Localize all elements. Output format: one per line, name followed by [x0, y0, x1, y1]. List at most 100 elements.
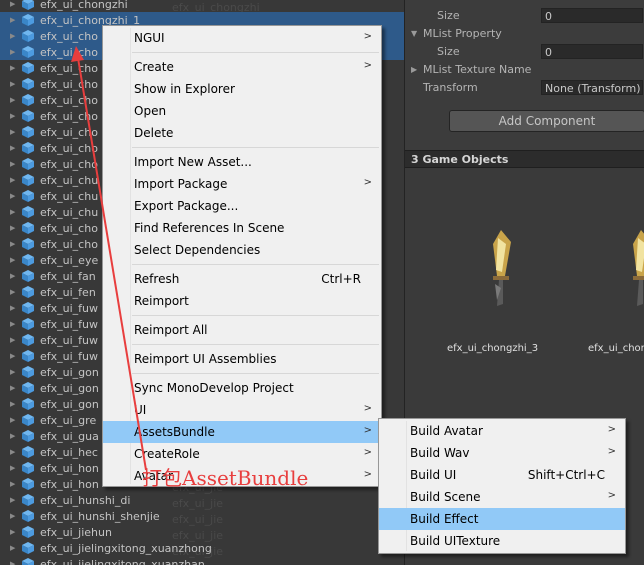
asset-row[interactable]: ▶ efx_ui_hunshi_di	[0, 492, 404, 508]
add-component-button[interactable]: Add Component	[449, 110, 644, 132]
foldout-expanded-icon[interactable]: ▼	[411, 29, 417, 38]
foldout-collapsed-icon[interactable]: ▶	[10, 0, 18, 8]
foldout-collapsed-icon[interactable]: ▶	[10, 144, 18, 152]
asset-row[interactable]: ▶ efx_ui_hunshi_shenjie	[0, 508, 404, 524]
foldout-collapsed-icon[interactable]: ▶	[10, 256, 18, 264]
menu-item-label: Import New Asset...	[134, 155, 252, 169]
foldout-collapsed-icon[interactable]: ▶	[10, 128, 18, 136]
foldout-collapsed-icon[interactable]: ▶	[10, 528, 18, 536]
foldout-collapsed-icon[interactable]: ▶	[10, 464, 18, 472]
asset-row[interactable]: ▶ efx_ui_jielingxitong_xuanzhan	[0, 556, 404, 565]
asset-name: efx_ui_hon	[40, 477, 99, 491]
menu-item-label: Build UI	[410, 468, 457, 482]
prefab-cube-icon	[22, 510, 34, 522]
menu-item-show-in-explorer[interactable]: Show in Explorer	[103, 78, 381, 100]
menu-item-label: Select Dependencies	[134, 243, 261, 257]
asset-name: efx_ui_fan	[40, 269, 96, 283]
transform-field[interactable]: None (Transform)	[541, 80, 643, 95]
menu-separator	[132, 52, 379, 53]
asset-row[interactable]: ▶ efx_ui_jielingxitong_xuanzhong	[0, 540, 404, 556]
menu-item-import-package[interactable]: Import Package >	[103, 173, 381, 195]
menu-item-find-references-in-scene[interactable]: Find References In Scene	[103, 217, 381, 239]
foldout-collapsed-icon[interactable]: ▶	[10, 432, 18, 440]
foldout-collapsed-icon[interactable]: ▶	[10, 112, 18, 120]
foldout-collapsed-icon[interactable]: ▶	[411, 65, 417, 74]
asset-name: efx_ui_chu	[40, 205, 99, 219]
foldout-collapsed-icon[interactable]: ▶	[10, 48, 18, 56]
prefab-cube-icon	[22, 46, 34, 58]
prefab-cube-icon	[22, 30, 34, 42]
menu-item-select-dependencies[interactable]: Select Dependencies	[103, 239, 381, 261]
foldout-collapsed-icon[interactable]: ▶	[10, 80, 18, 88]
foldout-collapsed-icon[interactable]: ▶	[10, 192, 18, 200]
menu-item-assetsbundle[interactable]: AssetsBundle >	[103, 421, 381, 443]
prefab-cube-icon	[22, 446, 34, 458]
menu-item-sync-monodevelop-project[interactable]: Sync MonoDevelop Project	[103, 377, 381, 399]
game-objects-header: 3 Game Objects	[405, 150, 644, 168]
asset-name: efx_ui_gon	[40, 381, 99, 395]
foldout-collapsed-icon[interactable]: ▶	[10, 560, 18, 565]
menu-item-refresh[interactable]: Refresh Ctrl+R	[103, 268, 381, 290]
menu-item-label: CreateRole	[134, 447, 200, 461]
menu-item-reimport-all[interactable]: Reimport All	[103, 319, 381, 341]
foldout-collapsed-icon[interactable]: ▶	[10, 240, 18, 248]
foldout-collapsed-icon[interactable]: ▶	[10, 320, 18, 328]
foldout-collapsed-icon[interactable]: ▶	[10, 416, 18, 424]
menu-item-label: Create	[134, 60, 174, 74]
menu-item-build-ui[interactable]: Build UI Shift+Ctrl+C	[379, 464, 625, 486]
foldout-collapsed-icon[interactable]: ▶	[10, 272, 18, 280]
menu-item-ui[interactable]: UI >	[103, 399, 381, 421]
menu-item-delete[interactable]: Delete	[103, 122, 381, 144]
asset-row[interactable]: ▶ efx_ui_jiehun	[0, 524, 404, 540]
foldout-collapsed-icon[interactable]: ▶	[10, 512, 18, 520]
asset-row[interactable]: ▶ efx_ui_chongzhi	[0, 0, 404, 12]
foldout-collapsed-icon[interactable]: ▶	[10, 368, 18, 376]
size-field[interactable]: 0	[541, 8, 643, 23]
menu-item-build-uitexture[interactable]: Build UITexture	[379, 530, 625, 552]
foldout-collapsed-icon[interactable]: ▶	[10, 64, 18, 72]
foldout-collapsed-icon[interactable]: ▶	[10, 336, 18, 344]
size-field[interactable]: 0	[541, 44, 643, 59]
effect-thumbnail[interactable]	[471, 224, 531, 314]
foldout-collapsed-icon[interactable]: ▶	[10, 32, 18, 40]
foldout-collapsed-icon[interactable]: ▶	[10, 176, 18, 184]
foldout-collapsed-icon[interactable]: ▶	[10, 544, 18, 552]
size-label: Size	[437, 45, 460, 58]
prefab-cube-icon	[22, 478, 34, 490]
menu-item-create[interactable]: Create >	[103, 56, 381, 78]
prefab-cube-icon	[22, 222, 34, 234]
foldout-collapsed-icon[interactable]: ▶	[10, 400, 18, 408]
menu-item-open[interactable]: Open	[103, 100, 381, 122]
foldout-collapsed-icon[interactable]: ▶	[10, 288, 18, 296]
menu-item-import-new-asset[interactable]: Import New Asset...	[103, 151, 381, 173]
mlist-property-foldout[interactable]: ▼ MList Property	[405, 25, 644, 42]
sword-icon	[493, 230, 511, 306]
menu-item-ngui[interactable]: NGUI >	[103, 27, 381, 49]
thumbnail-label: efx_ui_chongzhi_3	[447, 343, 539, 354]
menu-item-build-avatar[interactable]: Build Avatar >	[379, 420, 625, 442]
menu-item-export-package[interactable]: Export Package...	[103, 195, 381, 217]
menu-item-build-scene[interactable]: Build Scene >	[379, 486, 625, 508]
menu-item-build-effect[interactable]: Build Effect	[379, 508, 625, 530]
menu-item-reimport[interactable]: Reimport	[103, 290, 381, 312]
foldout-collapsed-icon[interactable]: ▶	[10, 208, 18, 216]
prefab-cube-icon	[22, 398, 34, 410]
menu-item-build-wav[interactable]: Build Wav >	[379, 442, 625, 464]
foldout-collapsed-icon[interactable]: ▶	[10, 496, 18, 504]
foldout-collapsed-icon[interactable]: ▶	[10, 304, 18, 312]
prefab-cube-icon	[22, 0, 34, 10]
foldout-collapsed-icon[interactable]: ▶	[10, 448, 18, 456]
asset-name: efx_ui_cho	[40, 109, 98, 123]
menu-item-label: UI	[134, 403, 147, 417]
mlist-texture-foldout[interactable]: ▶ MList Texture Name	[405, 61, 644, 78]
foldout-collapsed-icon[interactable]: ▶	[10, 224, 18, 232]
effect-thumbnail[interactable]	[611, 224, 644, 314]
foldout-collapsed-icon[interactable]: ▶	[10, 384, 18, 392]
foldout-collapsed-icon[interactable]: ▶	[10, 16, 18, 24]
menu-item-label: Reimport UI Assemblies	[134, 352, 277, 366]
menu-item-reimport-ui-assemblies[interactable]: Reimport UI Assemblies	[103, 348, 381, 370]
foldout-collapsed-icon[interactable]: ▶	[10, 96, 18, 104]
foldout-collapsed-icon[interactable]: ▶	[10, 480, 18, 488]
foldout-collapsed-icon[interactable]: ▶	[10, 352, 18, 360]
foldout-collapsed-icon[interactable]: ▶	[10, 160, 18, 168]
